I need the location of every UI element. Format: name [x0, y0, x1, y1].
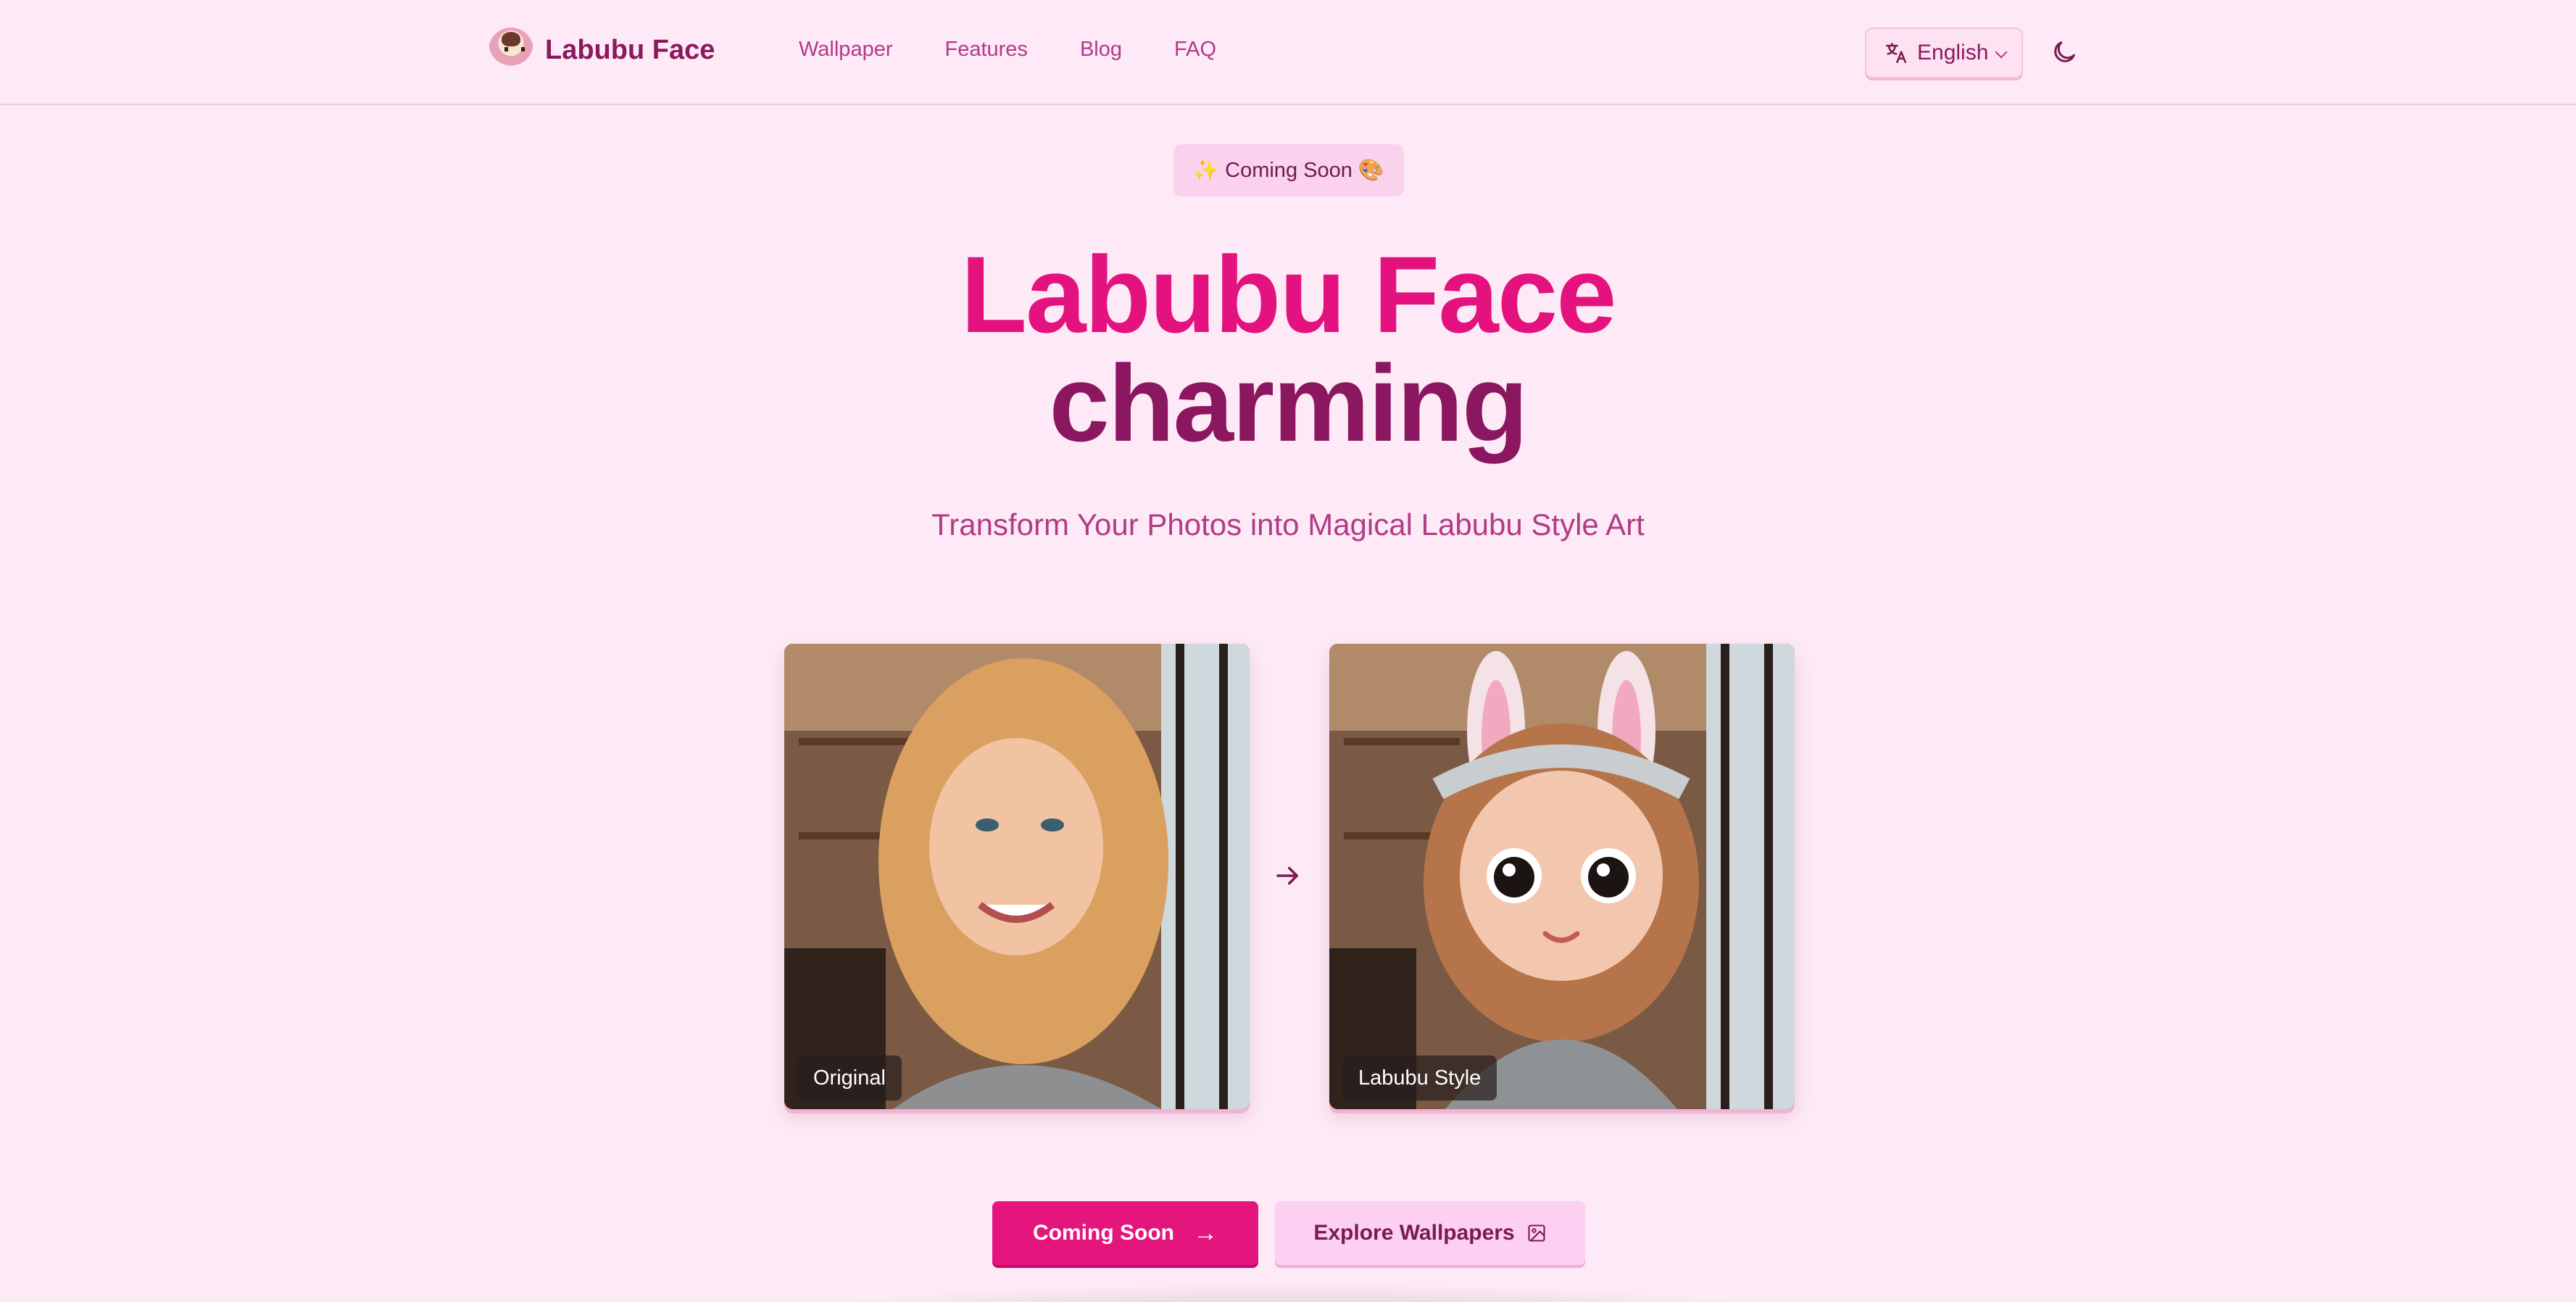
original-photo: Original — [784, 644, 1250, 1109]
hero-title: Labubu Face — [960, 233, 1616, 355]
original-label: Original — [797, 1056, 902, 1100]
nav-features[interactable]: Features — [944, 38, 1027, 62]
coming-soon-badge: ✨ Coming Soon 🎨 — [1173, 144, 1404, 196]
palette-icon: 🎨 — [1358, 159, 1384, 182]
explore-wallpapers-label: Explore Wallpapers — [1313, 1221, 1515, 1245]
coming-soon-button-label: Coming Soon — [1033, 1221, 1174, 1245]
labubu-style-label: Labubu Style — [1342, 1056, 1497, 1100]
explore-wallpapers-button[interactable]: Explore Wallpapers — [1275, 1201, 1585, 1265]
chevron-down-icon — [1995, 46, 2008, 59]
language-label: English — [1917, 41, 1989, 65]
labubu-portrait-image — [1329, 644, 1795, 1109]
original-portrait-image — [784, 644, 1250, 1109]
moon-icon — [2054, 41, 2075, 62]
page: Labubu Face Wallpaper Features Blog FAQ … — [0, 0, 2576, 1302]
site-header: Labubu Face Wallpaper Features Blog FAQ … — [0, 0, 2576, 105]
labubu-style-photo: Labubu Style — [1329, 644, 1795, 1109]
brand-name: Labubu Face — [545, 34, 715, 65]
content-card-shadow — [768, 1283, 1812, 1302]
badge-text: Coming Soon — [1225, 158, 1353, 182]
nav-faq[interactable]: FAQ — [1174, 38, 1216, 62]
arrow-right-icon — [1276, 866, 1298, 885]
main-nav: Wallpaper Features Blog FAQ — [799, 38, 1268, 62]
translate-icon — [1885, 42, 1907, 64]
hero-subtitle: Transform Your Photos into Magical Labub… — [931, 507, 1645, 542]
nav-wallpaper[interactable]: Wallpaper — [799, 38, 892, 62]
arrow-right-icon: → — [1192, 1219, 1218, 1247]
theme-toggle-button[interactable] — [2050, 38, 2079, 67]
nav-blog[interactable]: Blog — [1080, 38, 1122, 62]
image-icon — [1528, 1224, 1545, 1242]
brand[interactable]: Labubu Face — [489, 28, 715, 72]
hero-title-secondary: charming — [1049, 342, 1528, 464]
coming-soon-button[interactable]: Coming Soon → — [992, 1201, 1258, 1265]
language-select[interactable]: English — [1865, 28, 2023, 78]
labubu-logo-icon — [489, 28, 533, 72]
sparkles-icon: ✨ — [1193, 159, 1220, 182]
